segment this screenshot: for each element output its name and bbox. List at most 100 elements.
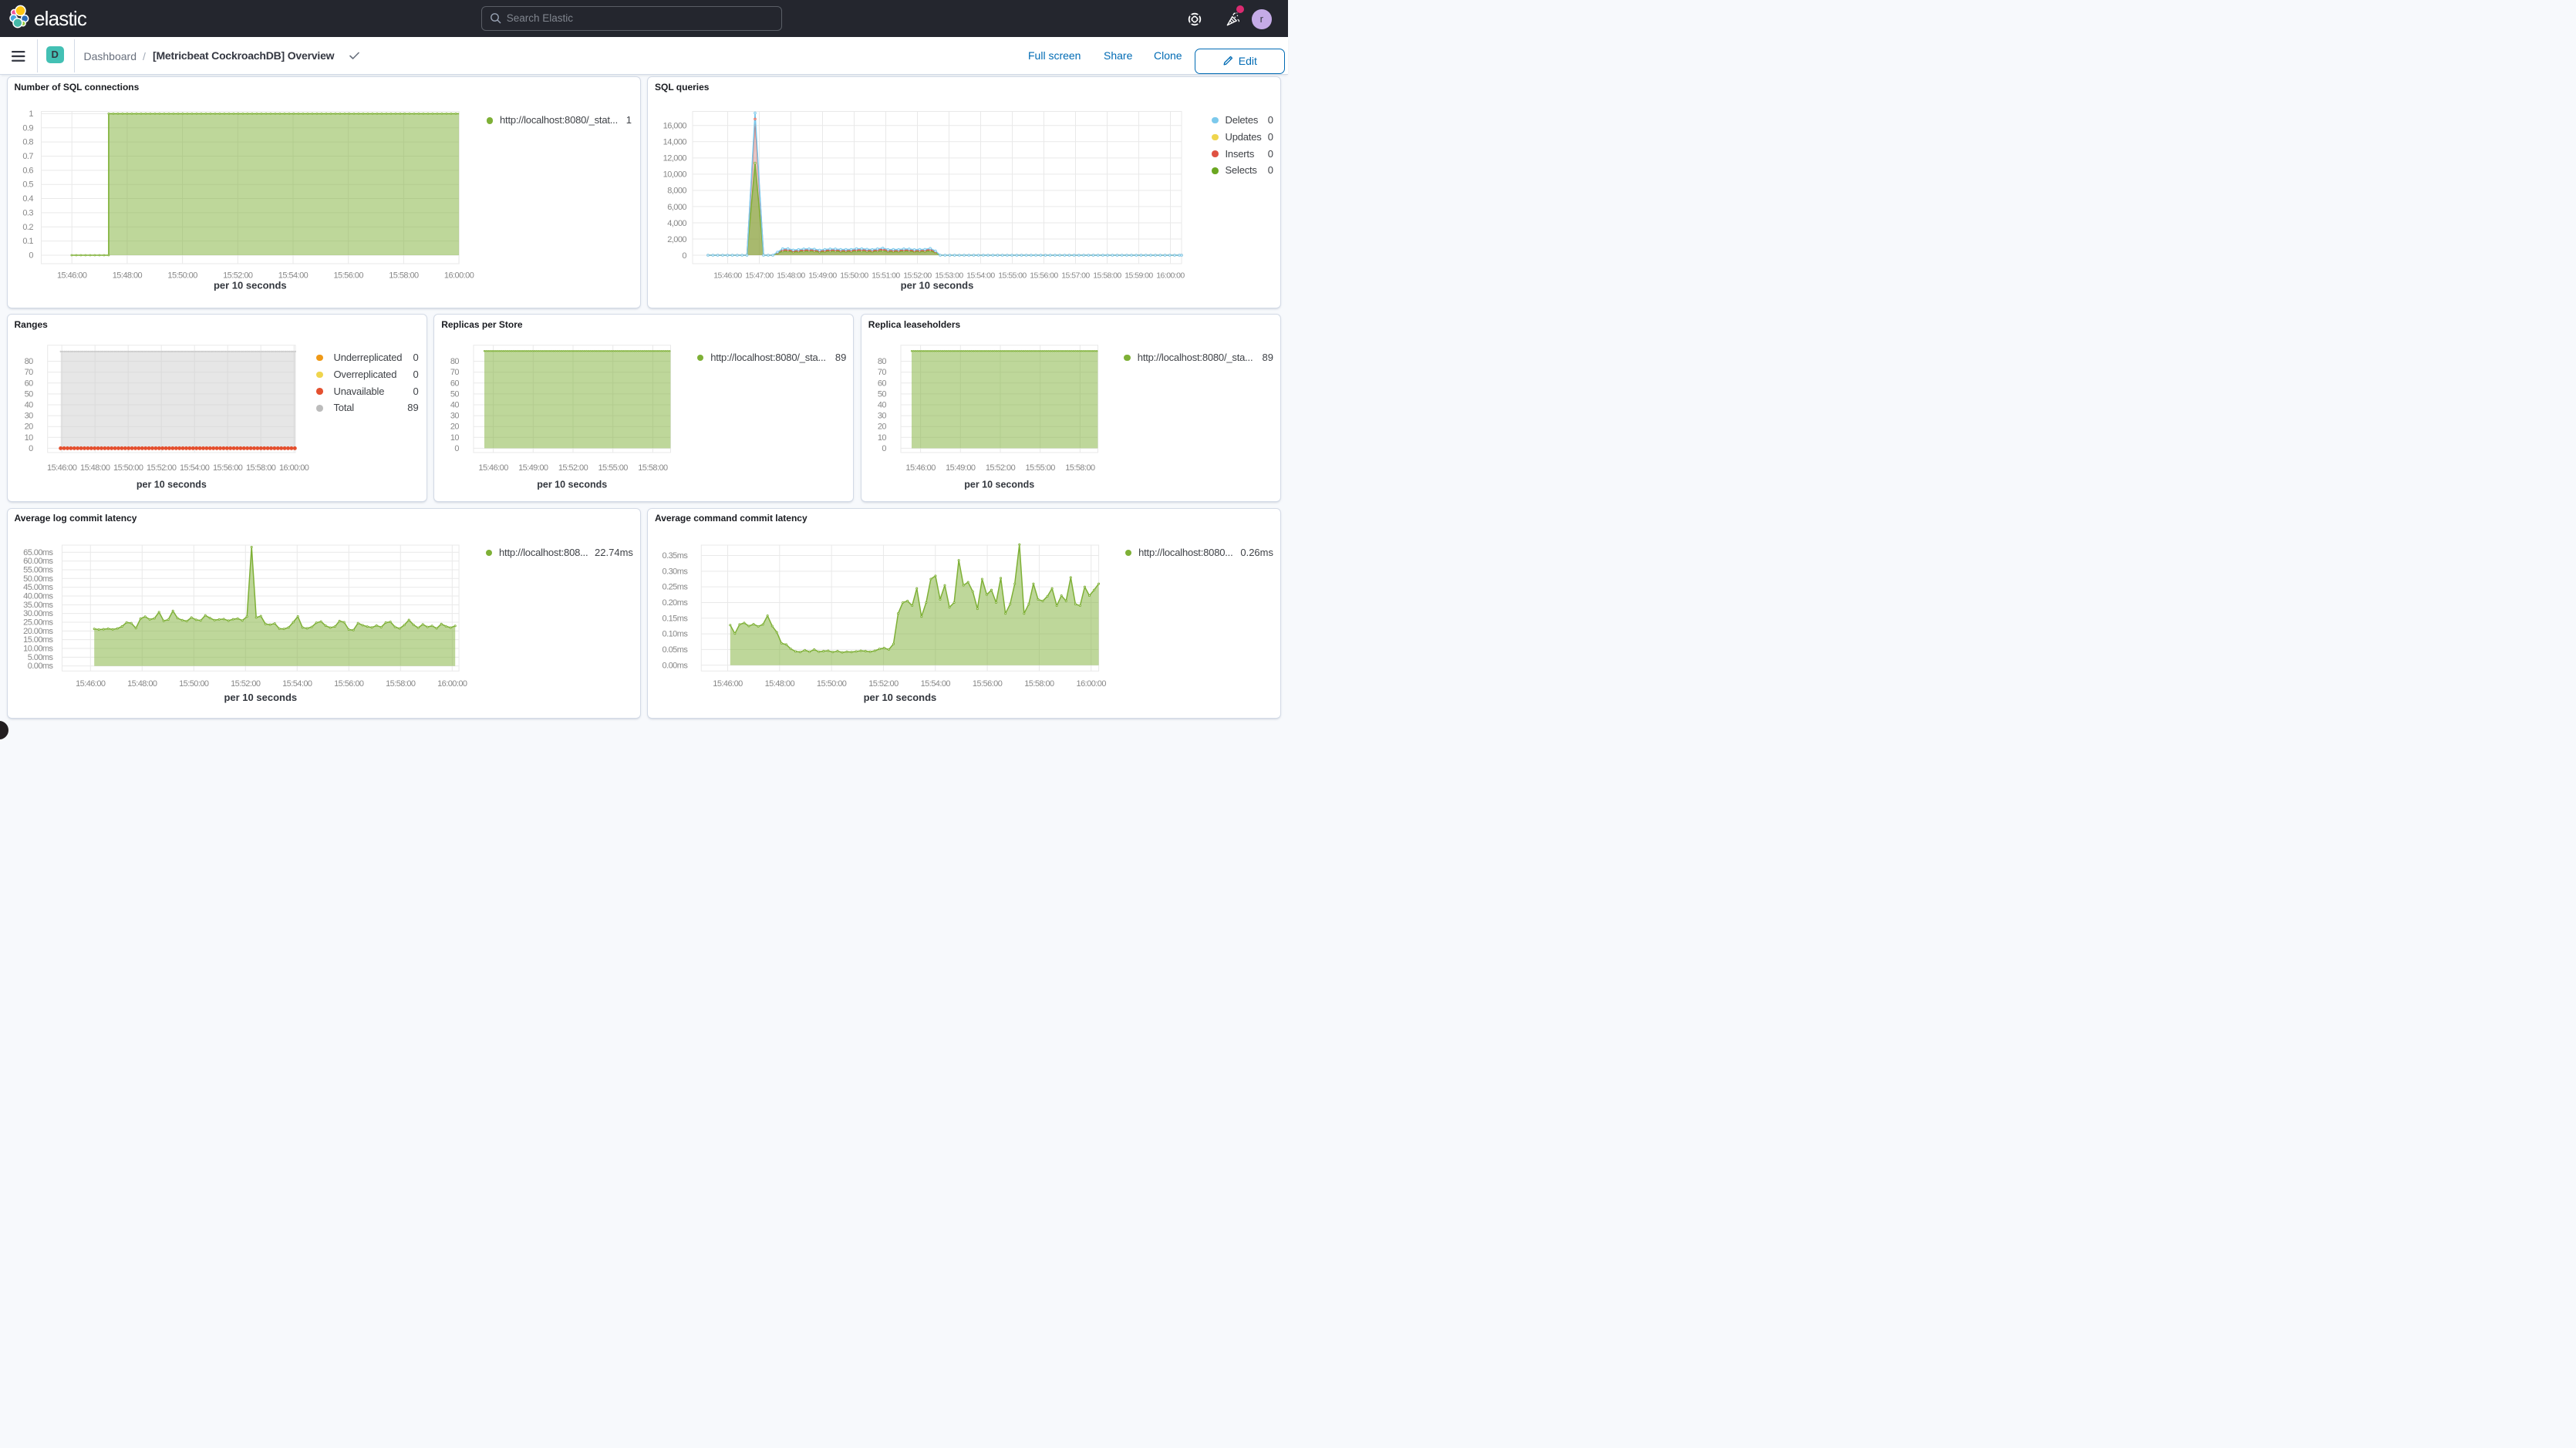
svg-text:35.00ms: 35.00ms bbox=[23, 600, 53, 609]
svg-text:0.2: 0.2 bbox=[22, 223, 33, 232]
svg-text:15:58:00: 15:58:00 bbox=[1065, 463, 1095, 473]
svg-text:15:58:00: 15:58:00 bbox=[246, 463, 276, 473]
svg-text:0.30ms: 0.30ms bbox=[663, 567, 689, 576]
svg-text:15:56:00: 15:56:00 bbox=[973, 679, 1003, 689]
svg-text:10: 10 bbox=[878, 433, 887, 443]
svg-text:0: 0 bbox=[682, 251, 686, 261]
svg-text:0.05ms: 0.05ms bbox=[663, 645, 689, 654]
svg-text:30: 30 bbox=[450, 412, 460, 421]
svg-text:15:58:00: 15:58:00 bbox=[386, 679, 416, 689]
svg-text:15:51:00: 15:51:00 bbox=[872, 271, 900, 280]
svg-text:10,000: 10,000 bbox=[663, 170, 687, 180]
svg-text:80: 80 bbox=[878, 357, 887, 366]
svg-text:60: 60 bbox=[878, 379, 887, 388]
svg-text:20: 20 bbox=[878, 423, 887, 432]
svg-text:16:00:00: 16:00:00 bbox=[1077, 679, 1107, 689]
svg-text:15:50:00: 15:50:00 bbox=[840, 271, 868, 280]
svg-text:15:52:00: 15:52:00 bbox=[986, 463, 1016, 473]
svg-text:60: 60 bbox=[24, 379, 33, 388]
svg-text:0.00ms: 0.00ms bbox=[663, 661, 689, 670]
svg-text:15:59:00: 15:59:00 bbox=[1124, 271, 1153, 280]
svg-text:40: 40 bbox=[24, 401, 33, 410]
svg-text:30.00ms: 30.00ms bbox=[23, 609, 53, 618]
svg-text:0.7: 0.7 bbox=[22, 152, 33, 161]
svg-text:16,000: 16,000 bbox=[663, 122, 687, 131]
svg-text:2,000: 2,000 bbox=[667, 235, 686, 244]
svg-text:0.35ms: 0.35ms bbox=[663, 551, 689, 561]
svg-text:15:52:00: 15:52:00 bbox=[147, 463, 177, 473]
svg-text:20: 20 bbox=[24, 423, 33, 432]
svg-text:45.00ms: 45.00ms bbox=[23, 583, 53, 592]
svg-text:15:50:00: 15:50:00 bbox=[817, 679, 847, 689]
svg-text:10: 10 bbox=[450, 433, 460, 443]
svg-text:70: 70 bbox=[878, 368, 887, 377]
svg-text:30: 30 bbox=[24, 412, 33, 421]
svg-text:16:00:00: 16:00:00 bbox=[279, 463, 309, 473]
svg-text:per 10 seconds: per 10 seconds bbox=[213, 280, 286, 291]
svg-text:15:48:00: 15:48:00 bbox=[777, 271, 805, 280]
svg-text:16:00:00: 16:00:00 bbox=[1156, 271, 1185, 280]
svg-text:80: 80 bbox=[24, 357, 33, 366]
svg-text:per 10 seconds: per 10 seconds bbox=[864, 692, 937, 703]
svg-text:0.6: 0.6 bbox=[22, 166, 33, 175]
svg-text:16:00:00: 16:00:00 bbox=[437, 679, 467, 689]
svg-text:60.00ms: 60.00ms bbox=[23, 557, 53, 566]
svg-text:50.00ms: 50.00ms bbox=[23, 574, 53, 583]
svg-text:per 10 seconds: per 10 seconds bbox=[901, 280, 974, 291]
svg-text:15:49:00: 15:49:00 bbox=[946, 463, 976, 473]
svg-text:20: 20 bbox=[450, 423, 460, 432]
svg-text:15:57:00: 15:57:00 bbox=[1061, 271, 1090, 280]
svg-text:12,000: 12,000 bbox=[663, 154, 687, 163]
svg-text:30: 30 bbox=[878, 412, 887, 421]
svg-text:15:46:00: 15:46:00 bbox=[713, 271, 742, 280]
svg-text:0.3: 0.3 bbox=[22, 208, 33, 217]
svg-text:0.4: 0.4 bbox=[22, 194, 33, 204]
svg-text:15:55:00: 15:55:00 bbox=[1025, 463, 1055, 473]
svg-text:15:50:00: 15:50:00 bbox=[179, 679, 209, 689]
svg-text:15:52:00: 15:52:00 bbox=[868, 679, 899, 689]
svg-text:15.00ms: 15.00ms bbox=[23, 635, 53, 645]
svg-text:10.00ms: 10.00ms bbox=[23, 644, 53, 653]
svg-text:4,000: 4,000 bbox=[667, 219, 686, 228]
svg-text:16:00:00: 16:00:00 bbox=[443, 271, 474, 281]
svg-text:15:58:00: 15:58:00 bbox=[638, 463, 668, 473]
svg-text:50: 50 bbox=[878, 389, 887, 399]
svg-text:50: 50 bbox=[24, 389, 33, 399]
svg-text:0: 0 bbox=[29, 251, 33, 261]
svg-text:0: 0 bbox=[455, 444, 460, 453]
svg-text:5.00ms: 5.00ms bbox=[27, 652, 53, 662]
svg-text:15:55:00: 15:55:00 bbox=[598, 463, 629, 473]
svg-text:6,000: 6,000 bbox=[667, 203, 686, 212]
svg-text:15:58:00: 15:58:00 bbox=[389, 271, 419, 281]
svg-text:40: 40 bbox=[878, 401, 887, 410]
svg-text:15:48:00: 15:48:00 bbox=[765, 679, 795, 689]
svg-text:15:52:00: 15:52:00 bbox=[558, 463, 588, 473]
svg-text:15:47:00: 15:47:00 bbox=[745, 271, 774, 280]
svg-text:0.10ms: 0.10ms bbox=[663, 629, 689, 638]
svg-text:15:54:00: 15:54:00 bbox=[180, 463, 210, 473]
svg-text:15:56:00: 15:56:00 bbox=[213, 463, 243, 473]
svg-text:65.00ms: 65.00ms bbox=[23, 547, 53, 557]
svg-text:0.20ms: 0.20ms bbox=[663, 598, 689, 607]
svg-text:15:48:00: 15:48:00 bbox=[127, 679, 157, 689]
svg-text:0.25ms: 0.25ms bbox=[663, 582, 689, 591]
svg-text:0: 0 bbox=[29, 444, 33, 453]
svg-text:15:49:00: 15:49:00 bbox=[518, 463, 548, 473]
svg-text:0.15ms: 0.15ms bbox=[663, 614, 689, 623]
svg-text:20.00ms: 20.00ms bbox=[23, 626, 53, 635]
svg-text:per 10 seconds: per 10 seconds bbox=[224, 692, 297, 703]
svg-text:per 10 seconds: per 10 seconds bbox=[136, 479, 206, 490]
svg-text:50: 50 bbox=[450, 389, 460, 399]
svg-text:40: 40 bbox=[450, 401, 460, 410]
svg-text:0.00ms: 0.00ms bbox=[27, 662, 53, 671]
svg-text:15:52:00: 15:52:00 bbox=[231, 679, 261, 689]
svg-text:70: 70 bbox=[24, 368, 33, 377]
svg-text:0: 0 bbox=[882, 444, 886, 453]
svg-text:15:46:00: 15:46:00 bbox=[76, 679, 106, 689]
svg-text:0.1: 0.1 bbox=[22, 237, 33, 246]
svg-text:15:54:00: 15:54:00 bbox=[282, 679, 312, 689]
svg-text:15:56:00: 15:56:00 bbox=[1030, 271, 1058, 280]
svg-text:70: 70 bbox=[450, 368, 460, 377]
svg-text:15:58:00: 15:58:00 bbox=[1093, 271, 1121, 280]
svg-text:15:54:00: 15:54:00 bbox=[921, 679, 951, 689]
